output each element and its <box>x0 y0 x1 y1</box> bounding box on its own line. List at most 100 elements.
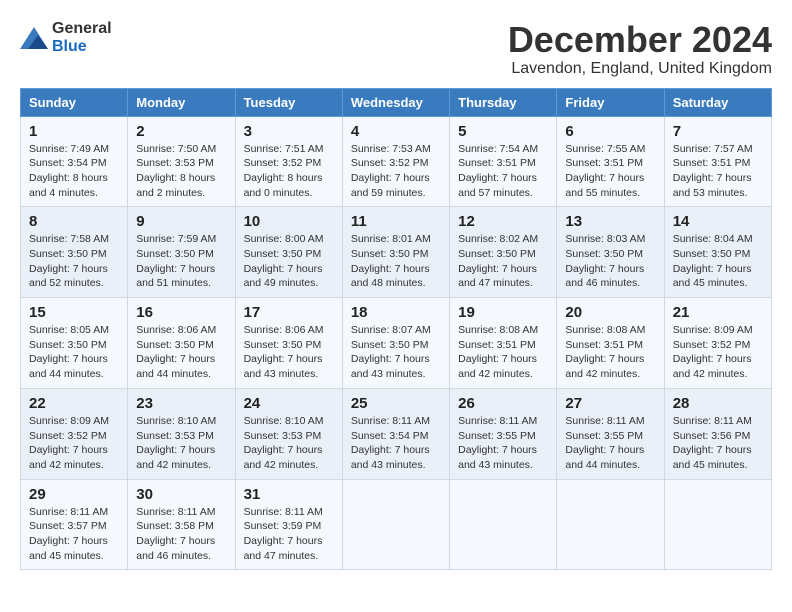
calendar-cell: 27 Sunrise: 8:11 AMSunset: 3:55 PMDayligh… <box>557 388 664 479</box>
calendar-cell: 30Sunrise: 8:11 AMSunset: 3:58 PMDayligh… <box>128 479 235 570</box>
day-number: 13 <box>565 213 655 230</box>
calendar-cell: 1 Sunrise: 7:49 AMSunset: 3:54 PMDaylight… <box>21 116 128 207</box>
day-number: 31 <box>244 486 334 503</box>
calendar-cell: 7Sunrise: 7:57 AMSunset: 3:51 PMDaylight… <box>664 116 771 207</box>
day-number: 3 <box>244 123 334 140</box>
cell-details: Sunrise: 8:09 AMSunset: 3:52 PMDaylight:… <box>29 414 119 473</box>
month-title: December 2024 <box>508 20 772 60</box>
header-cell-friday: Friday <box>557 88 664 116</box>
day-number: 19 <box>458 304 548 321</box>
calendar-cell: 26 Sunrise: 8:11 AMSunset: 3:55 PMDayligh… <box>450 388 557 479</box>
cell-details: Sunrise: 8:11 AMSunset: 3:59 PMDaylight:… <box>244 505 334 564</box>
calendar-cell: 11 Sunrise: 8:01 AMSunset: 3:50 PMDayligh… <box>342 207 449 298</box>
day-number: 20 <box>565 304 655 321</box>
day-number: 25 <box>351 395 441 412</box>
calendar-week-1: 1 Sunrise: 7:49 AMSunset: 3:54 PMDaylight… <box>21 116 772 207</box>
calendar-cell: 16 Sunrise: 8:06 AMSunset: 3:50 PMDayligh… <box>128 298 235 389</box>
header-cell-wednesday: Wednesday <box>342 88 449 116</box>
calendar-week-4: 22 Sunrise: 8:09 AMSunset: 3:52 PMDayligh… <box>21 388 772 479</box>
cell-details: Sunrise: 7:53 AMSunset: 3:52 PMDaylight:… <box>351 142 441 201</box>
logo-icon <box>20 27 48 49</box>
day-number: 26 <box>458 395 548 412</box>
cell-details: Sunrise: 8:04 AMSunset: 3:50 PMDaylight:… <box>673 232 763 291</box>
calendar-week-2: 8Sunrise: 7:58 AMSunset: 3:50 PMDaylight… <box>21 207 772 298</box>
cell-details: Sunrise: 7:59 AMSunset: 3:50 PMDaylight:… <box>136 232 226 291</box>
cell-details: Sunrise: 8:03 AMSunset: 3:50 PMDaylight:… <box>565 232 655 291</box>
calendar-cell: 19 Sunrise: 8:08 AMSunset: 3:51 PMDayligh… <box>450 298 557 389</box>
day-number: 12 <box>458 213 548 230</box>
day-number: 16 <box>136 304 226 321</box>
day-number: 11 <box>351 213 441 230</box>
header-cell-saturday: Saturday <box>664 88 771 116</box>
day-number: 6 <box>565 123 655 140</box>
calendar-header: SundayMondayTuesdayWednesdayThursdayFrid… <box>21 88 772 116</box>
cell-details: Sunrise: 8:11 AMSunset: 3:56 PMDaylight:… <box>673 414 763 473</box>
cell-details: Sunrise: 8:07 AMSunset: 3:50 PMDaylight:… <box>351 323 441 382</box>
cell-details: Sunrise: 8:11 AMSunset: 3:54 PMDaylight:… <box>351 414 441 473</box>
calendar-cell: 6Sunrise: 7:55 AMSunset: 3:51 PMDaylight… <box>557 116 664 207</box>
cell-details: Sunrise: 7:51 AMSunset: 3:52 PMDaylight:… <box>244 142 334 201</box>
logo: General Blue <box>20 20 112 56</box>
calendar-cell: 13 Sunrise: 8:03 AMSunset: 3:50 PMDayligh… <box>557 207 664 298</box>
calendar-week-5: 29Sunrise: 8:11 AMSunset: 3:57 PMDayligh… <box>21 479 772 570</box>
calendar-cell: 15Sunrise: 8:05 AMSunset: 3:50 PMDayligh… <box>21 298 128 389</box>
header-cell-sunday: Sunday <box>21 88 128 116</box>
cell-details: Sunrise: 8:11 AMSunset: 3:58 PMDaylight:… <box>136 505 226 564</box>
day-number: 18 <box>351 304 441 321</box>
location-subtitle: Lavendon, England, United Kingdom <box>508 60 772 78</box>
calendar-cell: 22 Sunrise: 8:09 AMSunset: 3:52 PMDayligh… <box>21 388 128 479</box>
day-number: 9 <box>136 213 226 230</box>
calendar-cell: 2Sunrise: 7:50 AMSunset: 3:53 PMDaylight… <box>128 116 235 207</box>
header-cell-tuesday: Tuesday <box>235 88 342 116</box>
logo-blue-text: Blue <box>52 38 87 55</box>
day-number: 14 <box>673 213 763 230</box>
day-number: 2 <box>136 123 226 140</box>
calendar-cell: 25 Sunrise: 8:11 AMSunset: 3:54 PMDayligh… <box>342 388 449 479</box>
calendar-cell <box>557 479 664 570</box>
calendar-cell: 23 Sunrise: 8:10 AMSunset: 3:53 PMDayligh… <box>128 388 235 479</box>
calendar-cell: 24Sunrise: 8:10 AMSunset: 3:53 PMDayligh… <box>235 388 342 479</box>
cell-details: Sunrise: 8:11 AMSunset: 3:57 PMDaylight:… <box>29 505 119 564</box>
calendar-body: 1 Sunrise: 7:49 AMSunset: 3:54 PMDaylight… <box>21 116 772 570</box>
cell-details: Sunrise: 7:49 AMSunset: 3:54 PMDaylight:… <box>29 142 119 201</box>
day-number: 27 <box>565 395 655 412</box>
cell-details: Sunrise: 8:01 AMSunset: 3:50 PMDaylight:… <box>351 232 441 291</box>
day-number: 17 <box>244 304 334 321</box>
calendar-cell: 12 Sunrise: 8:02 AMSunset: 3:50 PMDayligh… <box>450 207 557 298</box>
calendar-cell: 5Sunrise: 7:54 AMSunset: 3:51 PMDaylight… <box>450 116 557 207</box>
cell-details: Sunrise: 8:09 AMSunset: 3:52 PMDaylight:… <box>673 323 763 382</box>
day-number: 24 <box>244 395 334 412</box>
cell-details: Sunrise: 8:10 AMSunset: 3:53 PMDaylight:… <box>136 414 226 473</box>
day-number: 22 <box>29 395 119 412</box>
header-cell-thursday: Thursday <box>450 88 557 116</box>
day-number: 1 <box>29 123 119 140</box>
logo-general-text: General <box>52 20 112 37</box>
calendar-cell <box>664 479 771 570</box>
calendar-cell: 20Sunrise: 8:08 AMSunset: 3:51 PMDayligh… <box>557 298 664 389</box>
cell-details: Sunrise: 8:06 AMSunset: 3:50 PMDaylight:… <box>244 323 334 382</box>
calendar-cell: 4 Sunrise: 7:53 AMSunset: 3:52 PMDaylight… <box>342 116 449 207</box>
day-number: 5 <box>458 123 548 140</box>
header-cell-monday: Monday <box>128 88 235 116</box>
cell-details: Sunrise: 8:02 AMSunset: 3:50 PMDaylight:… <box>458 232 548 291</box>
page-header: General Blue December 2024 Lavendon, Eng… <box>20 20 772 78</box>
cell-details: Sunrise: 8:08 AMSunset: 3:51 PMDaylight:… <box>458 323 548 382</box>
day-number: 7 <box>673 123 763 140</box>
cell-details: Sunrise: 8:06 AMSunset: 3:50 PMDaylight:… <box>136 323 226 382</box>
calendar-cell: 9 Sunrise: 7:59 AMSunset: 3:50 PMDaylight… <box>128 207 235 298</box>
calendar-cell: 17 Sunrise: 8:06 AMSunset: 3:50 PMDayligh… <box>235 298 342 389</box>
calendar-cell: 18 Sunrise: 8:07 AMSunset: 3:50 PMDayligh… <box>342 298 449 389</box>
cell-details: Sunrise: 8:11 AMSunset: 3:55 PMDaylight:… <box>565 414 655 473</box>
cell-details: Sunrise: 8:05 AMSunset: 3:50 PMDaylight:… <box>29 323 119 382</box>
day-number: 4 <box>351 123 441 140</box>
cell-details: Sunrise: 8:11 AMSunset: 3:55 PMDaylight:… <box>458 414 548 473</box>
calendar-cell: 28 Sunrise: 8:11 AMSunset: 3:56 PMDayligh… <box>664 388 771 479</box>
calendar-cell: 31 Sunrise: 8:11 AMSunset: 3:59 PMDayligh… <box>235 479 342 570</box>
header-row: SundayMondayTuesdayWednesdayThursdayFrid… <box>21 88 772 116</box>
day-number: 10 <box>244 213 334 230</box>
calendar-cell <box>342 479 449 570</box>
day-number: 28 <box>673 395 763 412</box>
calendar-cell: 3 Sunrise: 7:51 AMSunset: 3:52 PMDaylight… <box>235 116 342 207</box>
day-number: 23 <box>136 395 226 412</box>
calendar-table: SundayMondayTuesdayWednesdayThursdayFrid… <box>20 88 772 571</box>
